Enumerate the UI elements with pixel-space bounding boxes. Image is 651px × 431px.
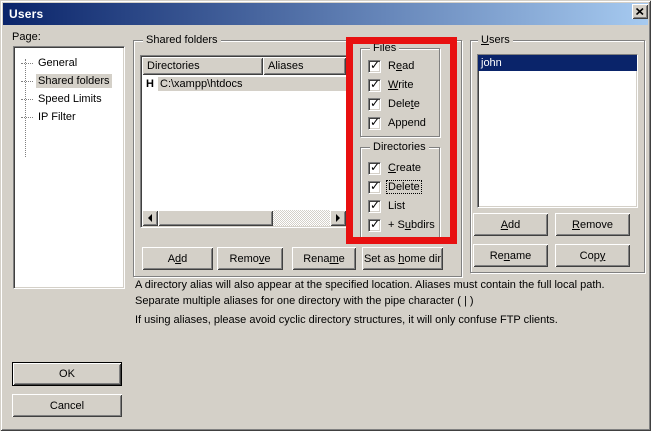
subdirs-checkbox[interactable]: ✓ xyxy=(368,219,381,232)
files-group-label: Files xyxy=(370,42,399,54)
list-checkbox[interactable]: ✓ xyxy=(368,200,381,213)
subdirs-label: + Subdirs xyxy=(387,219,436,231)
table-header: Directories Aliases xyxy=(142,57,346,75)
rename-folder-button[interactable]: Rename xyxy=(292,247,356,270)
checkbox-row-list[interactable]: ✓ List xyxy=(368,199,406,213)
home-dir-marker: H xyxy=(146,78,158,90)
users-list: john xyxy=(477,54,638,208)
checkmark-icon: ✓ xyxy=(370,160,380,174)
read-label: Read xyxy=(387,60,415,72)
tree-branch-icon xyxy=(21,63,33,64)
close-button[interactable] xyxy=(632,4,648,19)
delete-files-checkbox[interactable]: ✓ xyxy=(368,98,381,111)
append-label: Append xyxy=(387,117,427,129)
checkbox-row-subdirs[interactable]: ✓ + Subdirs xyxy=(368,218,436,232)
set-home-dir-button[interactable]: Set as home dir xyxy=(362,247,443,270)
title-bar[interactable]: Users xyxy=(3,3,648,25)
page-item-label: Shared folders xyxy=(36,74,112,88)
create-label: Create xyxy=(387,162,422,174)
remove-user-button[interactable]: Remove xyxy=(555,213,630,236)
window-title: Users xyxy=(9,7,43,21)
scroll-left-button[interactable] xyxy=(142,210,158,226)
create-checkbox[interactable]: ✓ xyxy=(368,162,381,175)
page-item-general[interactable]: General xyxy=(14,54,124,72)
ok-button[interactable]: OK xyxy=(12,362,122,386)
add-folder-button[interactable]: Add xyxy=(142,247,213,270)
checkmark-icon: ✓ xyxy=(370,115,380,129)
read-checkbox[interactable]: ✓ xyxy=(368,60,381,73)
checkmark-icon: ✓ xyxy=(370,58,380,72)
checkmark-icon: ✓ xyxy=(370,179,380,193)
delete-files-label: Delete xyxy=(387,98,421,110)
table-row[interactable]: H C:\xampp\htdocs xyxy=(142,75,346,92)
checkbox-row-write[interactable]: ✓ Write xyxy=(368,78,414,92)
write-label: Write xyxy=(387,79,414,91)
shared-folders-group-label: Shared folders xyxy=(143,34,221,46)
user-list-item[interactable]: john xyxy=(478,55,637,71)
users-dialog-window: Users Page: General Shared folders Speed… xyxy=(0,0,651,431)
checkbox-row-append[interactable]: ✓ Append xyxy=(368,116,427,130)
write-checkbox[interactable]: ✓ xyxy=(368,79,381,92)
users-group-label: Users xyxy=(478,34,513,46)
directories-table: Directories Aliases H C:\xampp\htdocs xyxy=(140,55,348,228)
checkmark-icon: ✓ xyxy=(370,77,380,91)
checkbox-row-delete-files[interactable]: ✓ Delete xyxy=(368,97,421,111)
remove-folder-button[interactable]: Remove xyxy=(217,247,283,270)
column-header-aliases[interactable]: Aliases xyxy=(263,57,346,75)
page-item-shared-folders[interactable]: Shared folders xyxy=(14,72,124,90)
checkmark-icon: ✓ xyxy=(370,96,380,110)
page-item-speed-limits[interactable]: Speed Limits xyxy=(14,90,124,108)
delete-dirs-label: Delete xyxy=(387,181,421,193)
page-item-label: Speed Limits xyxy=(36,92,104,106)
list-label: List xyxy=(387,200,406,212)
tree-branch-icon xyxy=(21,117,33,118)
column-header-directories[interactable]: Directories xyxy=(142,57,263,75)
horizontal-scrollbar[interactable] xyxy=(142,210,346,226)
scrollbar-thumb[interactable] xyxy=(158,210,273,226)
page-list: General Shared folders Speed Limits IP F… xyxy=(13,46,125,289)
scroll-right-icon xyxy=(336,214,340,222)
delete-dirs-checkbox[interactable]: ✓ xyxy=(368,181,381,194)
scroll-right-button[interactable] xyxy=(330,210,346,226)
page-label: Page: xyxy=(12,31,41,43)
cyclic-help-text: If using aliases, please avoid cyclic di… xyxy=(135,312,645,328)
tree-branch-icon xyxy=(21,99,33,100)
checkbox-row-delete-dirs[interactable]: ✓ Delete xyxy=(368,180,421,194)
alias-help-text: A directory alias will also appear at th… xyxy=(135,277,645,309)
copy-user-button[interactable]: Copy xyxy=(555,244,630,267)
page-item-label: General xyxy=(36,56,79,70)
directory-cell: C:\xampp\htdocs xyxy=(158,77,346,91)
checkmark-icon: ✓ xyxy=(370,198,380,212)
checkmark-icon: ✓ xyxy=(370,217,380,231)
directories-group-label: Directories xyxy=(370,141,429,153)
page-item-label: IP Filter xyxy=(36,110,78,124)
rename-user-button[interactable]: Rename xyxy=(473,244,548,267)
page-item-ip-filter[interactable]: IP Filter xyxy=(14,108,124,126)
append-checkbox[interactable]: ✓ xyxy=(368,117,381,130)
checkbox-row-create[interactable]: ✓ Create xyxy=(368,161,422,175)
close-icon xyxy=(636,8,644,15)
scroll-left-icon xyxy=(148,214,152,222)
add-user-button[interactable]: Add xyxy=(473,213,548,236)
checkbox-row-read[interactable]: ✓ Read xyxy=(368,59,415,73)
tree-branch-icon xyxy=(21,81,33,82)
cancel-button[interactable]: Cancel xyxy=(12,394,122,417)
